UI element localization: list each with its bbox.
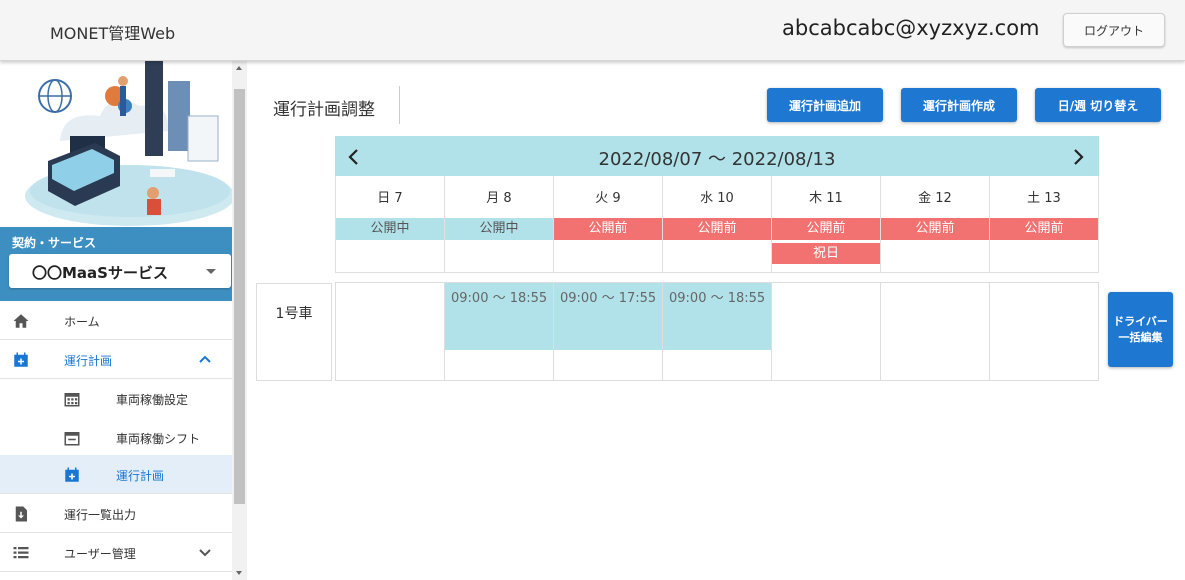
- sidebar: 契約・サービス 〇〇MaaSサービス ホーム 運行計画 車両稼働設定 車両稼働シ…: [0, 61, 232, 580]
- chevron-down-icon: [206, 269, 216, 274]
- sidebar-item-vehicle-setting[interactable]: 車両稼働設定: [0, 379, 232, 418]
- service-select[interactable]: 〇〇MaaSサービス: [9, 254, 231, 288]
- date-range: 2022/08/07 〜 2022/08/13: [598, 149, 836, 170]
- day-header-row: 日 7 公開中 月 8 公開中 火 9 公開前 水 10 公開前 木 11 公開…: [335, 176, 1099, 273]
- schedule-slot[interactable]: 09:00 〜 18:55: [663, 283, 771, 350]
- sidebar-item-user-management[interactable]: ユーザー管理: [0, 533, 232, 572]
- sidebar-item-operation-export[interactable]: 運行一覧出力: [0, 494, 232, 533]
- calendar-header: 2022/08/07 〜 2022/08/13: [335, 136, 1099, 176]
- sidebar-item-label: 車両稼働シフト: [116, 432, 201, 446]
- sidebar-item-operation-plan[interactable]: 運行計画: [0, 455, 232, 494]
- day-week-toggle-button[interactable]: 日/週 切り替え: [1035, 88, 1161, 122]
- sidebar-item-label: 車両稼働設定: [116, 393, 189, 407]
- status-badge: 公開前: [663, 218, 771, 240]
- calendar-plus-icon: [14, 352, 28, 367]
- scroll-thumb[interactable]: [234, 89, 245, 504]
- status-badge: 公開前: [554, 218, 662, 240]
- calendar-grid-icon: [64, 393, 80, 407]
- schedule-cell[interactable]: [881, 283, 990, 381]
- day-column: 火 9 公開前: [554, 176, 663, 272]
- contract-label: 契約・サービス: [12, 236, 97, 250]
- schedule-cell[interactable]: 09:00 〜 18:55: [445, 283, 554, 381]
- status-badge: 公開前: [881, 218, 989, 240]
- day-label: 日 7: [377, 191, 403, 206]
- driver-bulk-edit-button[interactable]: ドライバー一括編集: [1108, 292, 1173, 367]
- day-column: 日 7 公開中: [336, 176, 445, 272]
- schedule-cell[interactable]: 09:00 〜 18:55: [663, 283, 772, 381]
- status-badge: 公開中: [445, 218, 553, 240]
- user-email: abcabcabc@xyzxyz.com: [782, 16, 1040, 40]
- schedule-cell[interactable]: 09:00 〜 17:55: [554, 283, 663, 381]
- sidebar-item-operation-plan-group[interactable]: 運行計画: [0, 340, 232, 379]
- scroll-up-icon[interactable]: [236, 66, 242, 70]
- schedule-slot[interactable]: 09:00 〜 17:55: [554, 283, 662, 350]
- slot-time: 09:00 〜 18:55: [669, 291, 766, 306]
- calendar-plus-icon: [65, 467, 79, 482]
- day-label: 木 11: [809, 191, 843, 206]
- holiday-badge: 祝日: [772, 243, 880, 264]
- day-column: 月 8 公開中: [445, 176, 554, 272]
- day-label: 土 13: [1027, 191, 1061, 206]
- status-badge: 公開前: [772, 218, 880, 240]
- sidebar-scrollbar[interactable]: [232, 61, 247, 580]
- chevron-up-icon: [199, 355, 211, 363]
- day-column: 水 10 公開前: [663, 176, 772, 272]
- sidebar-item-label: 運行計画: [64, 354, 113, 368]
- day-column: 木 11 公開前 祝日: [772, 176, 881, 272]
- page-title: 運行計画調整: [273, 100, 375, 120]
- schedule-cell[interactable]: [336, 283, 445, 381]
- sidebar-illustration: [0, 61, 232, 226]
- title-divider: [399, 86, 400, 124]
- vehicle-name: 1号車: [275, 306, 313, 322]
- chevron-down-icon: [199, 549, 211, 557]
- chevron-right-icon[interactable]: [1071, 148, 1085, 166]
- status-badge: 公開前: [990, 218, 1098, 240]
- scroll-down-icon[interactable]: [236, 571, 242, 575]
- contract-service-block: 契約・サービス 〇〇MaaSサービス: [0, 227, 232, 301]
- logout-button[interactable]: ログアウト: [1063, 13, 1165, 47]
- day-label: 金 12: [918, 191, 952, 206]
- create-plan-button[interactable]: 運行計画作成: [901, 88, 1017, 122]
- schedule-cell[interactable]: [990, 283, 1098, 381]
- sidebar-item-label: 運行計画: [116, 469, 165, 483]
- schedule-row: 09:00 〜 18:55 09:00 〜 17:55 09:00 〜 18:5…: [335, 282, 1099, 381]
- day-label: 月 8: [486, 191, 512, 206]
- service-selected-value: 〇〇MaaSサービス: [32, 264, 168, 282]
- slot-time: 09:00 〜 17:55: [560, 291, 657, 306]
- app-title: MONET管理Web: [50, 24, 176, 43]
- day-label: 水 10: [700, 191, 734, 206]
- slot-time: 09:00 〜 18:55: [451, 291, 548, 306]
- file-download-icon: [15, 506, 27, 522]
- day-column: 土 13 公開前: [990, 176, 1098, 272]
- home-icon: [13, 314, 29, 328]
- status-badge: 公開中: [336, 218, 444, 240]
- vehicle-cell: 1号車: [256, 283, 332, 381]
- add-plan-button[interactable]: 運行計画追加: [767, 88, 883, 122]
- sidebar-item-label: ホーム: [64, 315, 100, 329]
- sidebar-item-vehicle-shift[interactable]: 車両稼働シフト: [0, 418, 232, 457]
- top-header: MONET管理Web abcabcabc@xyzxyz.com ログアウト: [0, 0, 1185, 61]
- day-label: 火 9: [595, 191, 621, 206]
- list-icon: [13, 547, 29, 559]
- sidebar-item-label: 運行一覧出力: [64, 508, 137, 522]
- calendar-minus-icon: [64, 432, 80, 446]
- sidebar-item-home[interactable]: ホーム: [0, 301, 232, 340]
- schedule-cell[interactable]: [772, 283, 881, 381]
- sidebar-item-label: ユーザー管理: [64, 547, 136, 561]
- day-column: 金 12 公開前: [881, 176, 990, 272]
- schedule-slot[interactable]: 09:00 〜 18:55: [445, 283, 553, 350]
